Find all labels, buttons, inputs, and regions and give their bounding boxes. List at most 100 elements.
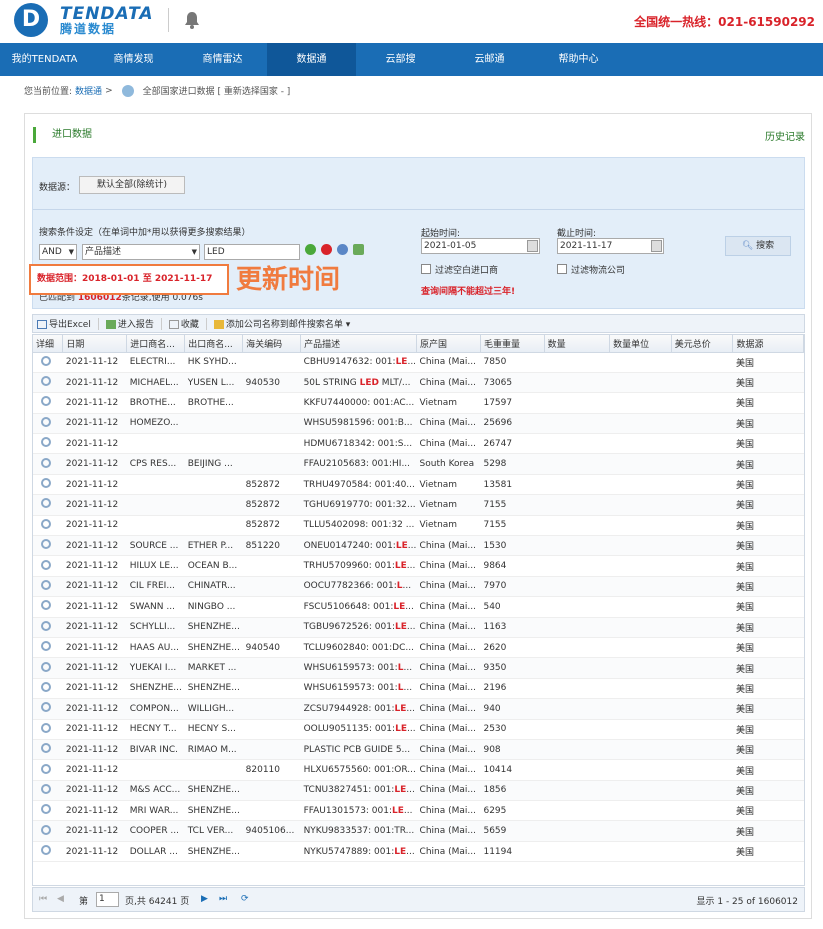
detail-cell[interactable] [33,453,63,475]
next-page-icon[interactable]: ▶ [201,894,208,904]
source-button[interactable]: 默认全部(除统计) [79,176,185,194]
column-header[interactable]: 美元总价 [671,335,734,353]
column-header[interactable]: 数据源 [732,335,804,353]
detail-cell[interactable] [33,352,63,373]
column-header[interactable]: 出口商名... [184,335,244,353]
table-row[interactable]: 2021-11-12 852872 TRHU4970584: 001:40... Vi… [33,474,804,496]
column-header[interactable]: 日期 [62,335,128,353]
prev-page-icon[interactable]: ◀ [57,894,64,904]
remove-condition-icon[interactable] [321,244,332,255]
help-icon[interactable] [337,244,348,255]
nav-business-radar[interactable]: 商情雷达 [178,43,267,76]
table-row[interactable]: 2021-11-12 M&S ACC... SHENZHE... TCNU382745… [33,780,804,802]
detail-cell[interactable] [33,555,63,577]
detail-cell[interactable] [33,515,63,537]
keyword-input[interactable]: LED [204,244,300,260]
add-to-mail-button[interactable]: 添加公司名称到邮件搜索名单 ▾ [213,317,350,330]
enter-report-button[interactable]: 进入报告 [105,317,154,330]
detail-cell[interactable] [33,841,63,863]
magnifier-icon[interactable] [41,783,51,794]
detail-cell[interactable] [33,413,63,435]
field-select[interactable]: 产品描述 ▼ [82,244,200,260]
magnifier-icon[interactable] [41,579,51,590]
detail-cell[interactable] [33,433,63,455]
first-page-icon[interactable]: ⏮ [39,894,47,904]
detail-cell[interactable] [33,392,63,414]
column-header[interactable]: 原产国 [416,335,481,353]
detail-cell[interactable] [33,657,63,679]
table-row[interactable]: 2021-11-12 MICHAEL... YUSEN L... 940530 50L … [33,372,804,394]
table-row[interactable]: 2021-11-12 SOURCE ... ETHER P... 851220 ONEU… [33,535,804,557]
detail-cell[interactable] [33,678,63,700]
table-row[interactable]: 2021-11-12 ELECTRI... HK SYHD... CBHU914763… [33,352,804,373]
magnifier-icon[interactable] [41,743,51,754]
magnifier-icon[interactable] [41,763,51,774]
calendar-icon[interactable] [651,240,662,252]
detail-cell[interactable] [33,596,63,618]
detail-cell[interactable] [33,637,63,659]
search-button[interactable]: 🔍︎ 搜索 [725,236,791,256]
end-date-input[interactable]: 2021-11-17 [557,238,664,254]
table-row[interactable]: 2021-11-12 HAAS AU... SHENZHE... 940540 TCLU… [33,637,804,659]
refresh-icon[interactable]: ⟳ [241,894,249,904]
detail-cell[interactable] [33,820,63,842]
excel-upload-icon[interactable] [353,244,364,255]
magnifier-icon[interactable] [41,539,51,550]
table-row[interactable]: 2021-11-12 BROTHE... BROTHE... KKFU7440000:… [33,392,804,414]
page-input[interactable]: 1 [96,892,119,907]
magnifier-icon[interactable] [41,824,51,835]
table-row[interactable]: 2021-11-12 COMPON... WILLIGH... ZCSU7944928… [33,698,804,720]
column-header[interactable]: 海关编码 [242,335,302,353]
table-row[interactable]: 2021-11-12 HDMU6718342: 001:S... China (Ma… [33,433,804,455]
magnifier-icon[interactable] [41,416,51,427]
table-row[interactable]: 2021-11-12 DOLLAR ... SHENZHE... NYKU574788… [33,841,804,863]
calendar-icon[interactable] [527,240,538,252]
table-row[interactable]: 2021-11-12 CPS RES... BEIJING ... FFAU21056… [33,453,804,475]
detail-cell[interactable] [33,494,63,516]
nav-business-discovery[interactable]: 商情发现 [89,43,178,76]
detail-cell[interactable] [33,719,63,740]
filter-empty-importer-checkbox[interactable] [421,264,431,274]
magnifier-icon[interactable] [41,396,51,407]
detail-cell[interactable] [33,698,63,720]
breadcrumb-current[interactable]: 全部国家进口数据 [ 重新选择国家 - ] [143,84,291,97]
export-excel-button[interactable]: 导出Excel [37,317,91,330]
magnifier-icon[interactable] [41,681,51,692]
add-condition-icon[interactable] [305,244,316,255]
column-header[interactable]: 进口商名... [126,335,186,353]
magnifier-icon[interactable] [41,355,51,366]
collect-button[interactable]: 收藏 [168,317,199,330]
results-table-wrap[interactable]: 详细 日期 进口商名... 出口商名... 海关编码 产品描述 原产国 毛重重量 数量 数量单位美… [32,334,805,886]
last-page-icon[interactable]: ⏭ [219,894,227,904]
table-row[interactable]: 2021-11-12 852872 TLLU5402098: 001:32 ... V… [33,515,804,537]
magnifier-icon[interactable] [41,376,51,387]
logic-select[interactable]: AND ▼ [39,244,77,260]
history-link[interactable]: 历史记录 [765,128,805,143]
magnifier-icon[interactable] [41,722,51,733]
magnifier-icon[interactable] [41,559,51,570]
tendata-logo-icon[interactable]: D [14,3,48,37]
detail-cell[interactable] [33,474,63,496]
detail-cell[interactable] [33,759,63,781]
table-row[interactable]: 2021-11-12 SCHYLLI... SHENZHE... TGBU967252… [33,617,804,638]
nav-my-tendata[interactable]: 我的TENDATA [0,43,89,76]
table-row[interactable]: 2021-11-12 COOPER ... TCL VER... 9405106...… [33,820,804,842]
magnifier-icon[interactable] [41,641,51,652]
table-row[interactable]: 2021-11-12 SHENZHE... SHENZHE... WHSU615957… [33,678,804,700]
column-header[interactable]: 产品描述 [300,335,418,353]
table-row[interactable]: 2021-11-12 CIL FREI... CHINATR... OOCU77823… [33,576,804,598]
column-header[interactable]: 数量单位 [609,335,672,353]
magnifier-icon[interactable] [41,661,51,672]
detail-cell[interactable] [33,780,63,802]
detail-cell[interactable] [33,372,63,394]
detail-cell[interactable] [33,739,63,761]
table-row[interactable]: 2021-11-12 HILUX LE... OCEAN B... TRHU57099… [33,555,804,577]
table-row[interactable]: 2021-11-12 HOMEZO... WHSU5981596: 001:B...… [33,413,804,435]
magnifier-icon[interactable] [41,620,51,631]
bell-icon[interactable] [182,10,202,30]
nav-cloud-search[interactable]: 云部搜 [356,43,445,76]
detail-cell[interactable] [33,576,63,598]
table-row[interactable]: 2021-11-12 MRI WAR... SHENZHE... FFAU130157… [33,800,804,822]
detail-cell[interactable] [33,535,63,557]
magnifier-icon[interactable] [41,845,51,856]
